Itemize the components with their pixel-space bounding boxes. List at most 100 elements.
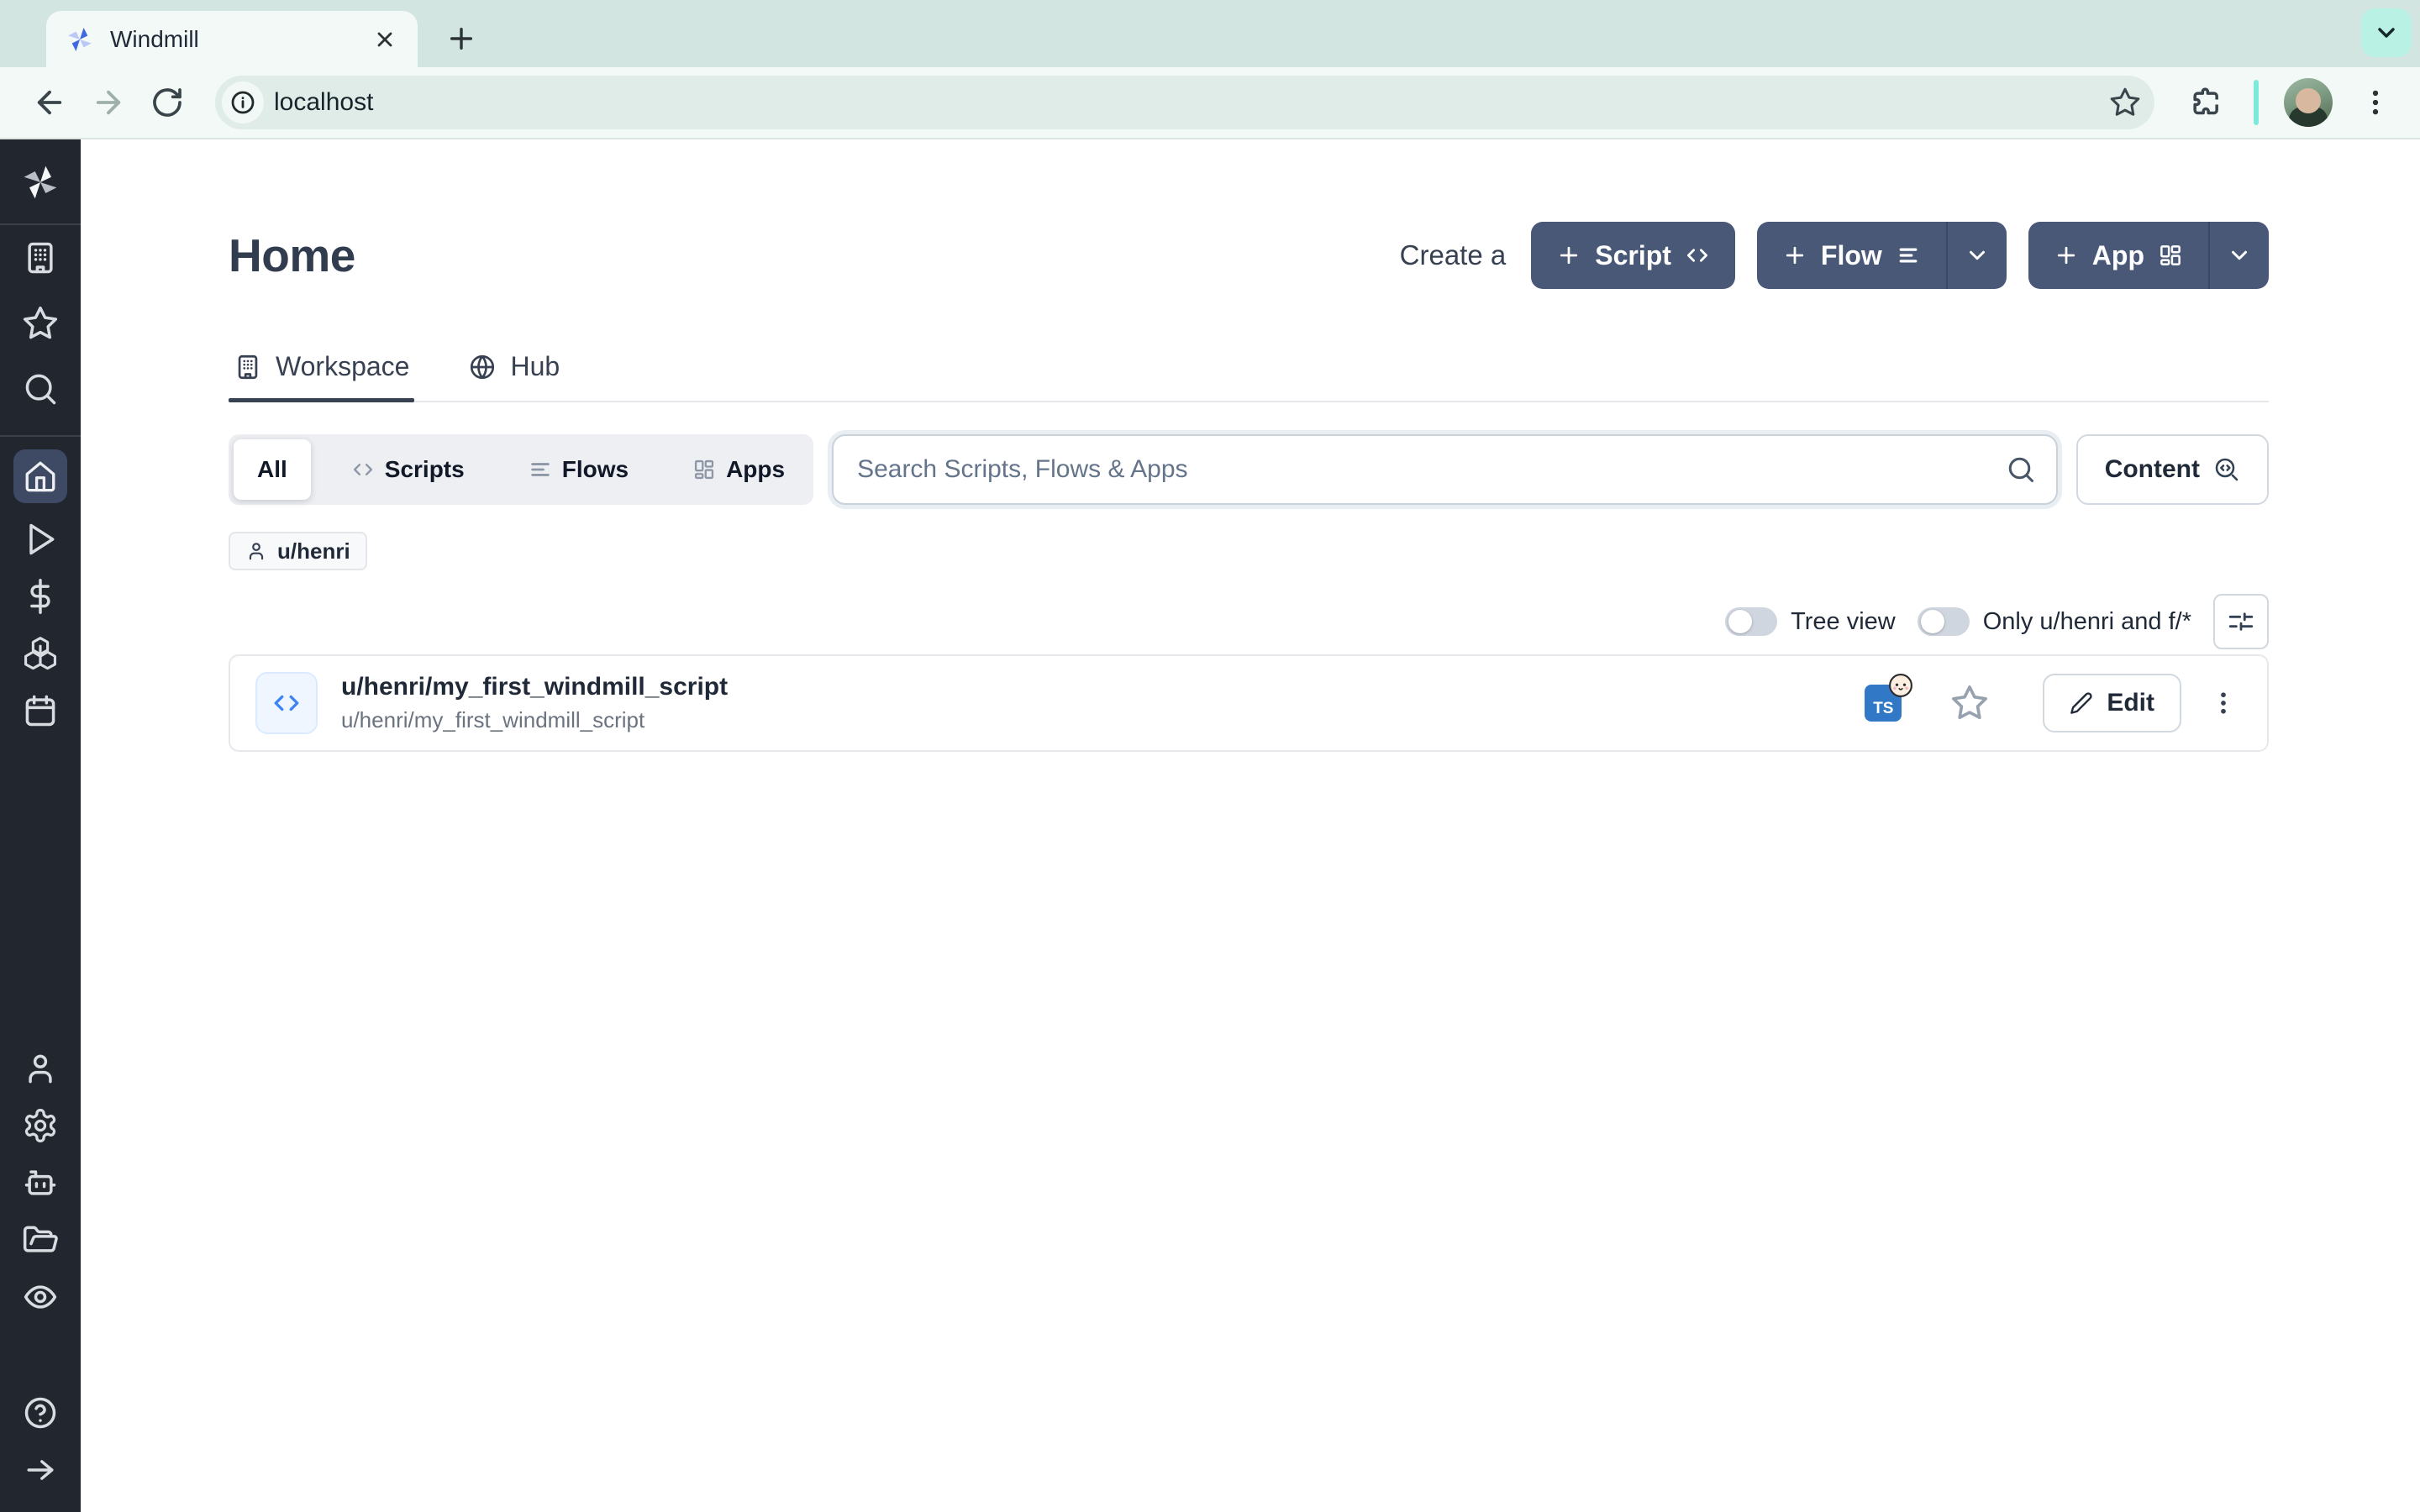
item-title: u/henri/my_first_windmill_script bbox=[341, 673, 1865, 701]
filter-apps[interactable]: Apps bbox=[669, 439, 808, 500]
badge-row: u/henri bbox=[229, 532, 2269, 570]
sidebar-item-workspace-switcher[interactable] bbox=[0, 225, 81, 291]
tab-strip: Windmill bbox=[0, 0, 2420, 67]
filter-all[interactable]: All bbox=[234, 439, 311, 500]
create-app-label: App bbox=[2092, 240, 2144, 271]
tree-view-toggle[interactable] bbox=[1725, 607, 1777, 636]
sidebar-item-runs[interactable] bbox=[0, 511, 81, 568]
tab-workspace-label: Workspace bbox=[276, 351, 409, 382]
page-header: Home Create a Script Flow bbox=[229, 222, 2269, 289]
filter-flows-label: Flows bbox=[562, 456, 629, 483]
create-flow-split-button: Flow bbox=[1757, 222, 2007, 289]
edit-button[interactable]: Edit bbox=[2043, 674, 2181, 732]
globe-icon bbox=[468, 353, 497, 381]
create-app-split-button: App bbox=[2028, 222, 2269, 289]
view-options-row: Tree view Only u/henri and f/* bbox=[229, 594, 2269, 649]
address-bar[interactable]: localhost bbox=[215, 76, 2154, 129]
reload-icon[interactable] bbox=[141, 76, 193, 129]
plus-icon bbox=[1782, 243, 1807, 268]
user-icon bbox=[245, 540, 267, 562]
create-script-label: Script bbox=[1595, 240, 1671, 271]
tree-view-label: Tree view bbox=[1791, 608, 1896, 636]
browser-menu-icon[interactable] bbox=[2354, 81, 2396, 123]
type-filter: All Scripts Flows Apps bbox=[229, 434, 813, 505]
display-settings-button[interactable] bbox=[2213, 594, 2269, 649]
sidebar-item-schedules[interactable] bbox=[0, 682, 81, 739]
content-search-button[interactable]: Content bbox=[2076, 434, 2269, 505]
sidebar-item-resources[interactable] bbox=[0, 625, 81, 682]
site-info-icon[interactable] bbox=[222, 81, 264, 123]
filter-all-label: All bbox=[257, 456, 287, 483]
close-tab-icon[interactable] bbox=[371, 25, 399, 54]
only-owner-toggle[interactable] bbox=[1918, 607, 1970, 636]
windmill-favicon-icon bbox=[65, 24, 95, 55]
sidebar-item-users[interactable] bbox=[0, 1040, 81, 1097]
bun-runtime-icon bbox=[1888, 673, 1913, 698]
sidebar-group-top bbox=[0, 225, 81, 422]
item-actions: TS Edit bbox=[1865, 674, 2242, 732]
sidebar-item-search[interactable] bbox=[0, 356, 81, 422]
building-icon bbox=[234, 353, 262, 381]
tab-workspace[interactable]: Workspace bbox=[229, 351, 414, 401]
home-icon bbox=[13, 449, 67, 503]
browser-tab[interactable]: Windmill bbox=[46, 11, 418, 67]
favorite-star-icon[interactable] bbox=[1950, 684, 1989, 722]
chevron-down-icon bbox=[2227, 243, 2252, 268]
create-flow-label: Flow bbox=[1821, 240, 1882, 271]
owner-badge[interactable]: u/henri bbox=[229, 532, 367, 570]
profile-avatar[interactable] bbox=[2284, 78, 2333, 127]
sliders-icon bbox=[2227, 607, 2255, 636]
code-icon bbox=[1685, 243, 1710, 268]
windmill-logo-icon[interactable] bbox=[19, 161, 61, 203]
flow-bars-icon bbox=[1896, 243, 1921, 268]
sidebar-item-home[interactable] bbox=[0, 442, 81, 511]
tab-title: Windmill bbox=[110, 26, 355, 53]
item-menu-icon[interactable] bbox=[2205, 685, 2242, 722]
sidebar-item-help[interactable] bbox=[0, 1384, 81, 1441]
bookmark-star-icon[interactable] bbox=[2104, 81, 2146, 123]
main-content: Home Create a Script Flow bbox=[81, 139, 2420, 1512]
list-item[interactable]: u/henri/my_first_windmill_script u/henri… bbox=[230, 656, 2267, 750]
filter-row: All Scripts Flows Apps bbox=[229, 434, 2269, 505]
forward-icon[interactable] bbox=[82, 76, 134, 129]
sidebar-item-settings[interactable] bbox=[0, 1097, 81, 1154]
plus-icon bbox=[2054, 243, 2079, 268]
extensions-puzzle-icon[interactable] bbox=[2181, 79, 2228, 126]
create-flow-more-button[interactable] bbox=[1946, 222, 2007, 289]
typescript-badge: TS bbox=[1865, 685, 1902, 722]
content-label: Content bbox=[2105, 455, 2200, 484]
create-actions: Create a Script Flow bbox=[1400, 222, 2269, 289]
filter-flows[interactable]: Flows bbox=[505, 439, 652, 500]
filter-scripts[interactable]: Scripts bbox=[328, 439, 488, 500]
sidebar-item-folders[interactable] bbox=[0, 1211, 81, 1268]
sidebar-divider bbox=[0, 435, 81, 437]
create-script-button[interactable]: Script bbox=[1531, 222, 1735, 289]
tab-hub[interactable]: Hub bbox=[463, 351, 565, 401]
create-flow-button[interactable]: Flow bbox=[1757, 222, 1946, 289]
search-input[interactable] bbox=[832, 434, 2058, 505]
workspace-hub-tabs: Workspace Hub bbox=[229, 351, 2269, 402]
item-path: u/henri/my_first_windmill_script bbox=[341, 707, 1865, 733]
sidebar-item-audit-logs[interactable] bbox=[0, 1268, 81, 1326]
create-app-button[interactable]: App bbox=[2028, 222, 2208, 289]
search-wrap bbox=[832, 434, 2058, 505]
new-tab-icon[interactable] bbox=[441, 18, 481, 59]
sidebar-item-expand[interactable] bbox=[0, 1441, 81, 1499]
typescript-badge-label: TS bbox=[1873, 700, 1893, 718]
flow-bars-icon bbox=[529, 458, 552, 481]
search-icon bbox=[2006, 454, 2036, 485]
sidebar-group-main bbox=[0, 442, 81, 739]
pencil-icon bbox=[2070, 691, 2093, 715]
create-app-more-button[interactable] bbox=[2208, 222, 2269, 289]
sidebar-item-favorites[interactable] bbox=[0, 291, 81, 356]
back-icon[interactable] bbox=[24, 76, 76, 129]
sidebar-item-variables[interactable] bbox=[0, 568, 81, 625]
browser-toolbar: localhost bbox=[0, 67, 2420, 139]
item-text: u/henri/my_first_windmill_script u/henri… bbox=[341, 673, 1865, 733]
window-chevron-icon[interactable] bbox=[2361, 8, 2412, 57]
code-icon bbox=[351, 458, 375, 481]
app-sidebar bbox=[0, 139, 81, 1512]
only-owner-label: Only u/henri and f/* bbox=[1983, 608, 2191, 636]
browser-chrome: Windmill localhost bbox=[0, 0, 2420, 139]
sidebar-item-workers[interactable] bbox=[0, 1154, 81, 1211]
